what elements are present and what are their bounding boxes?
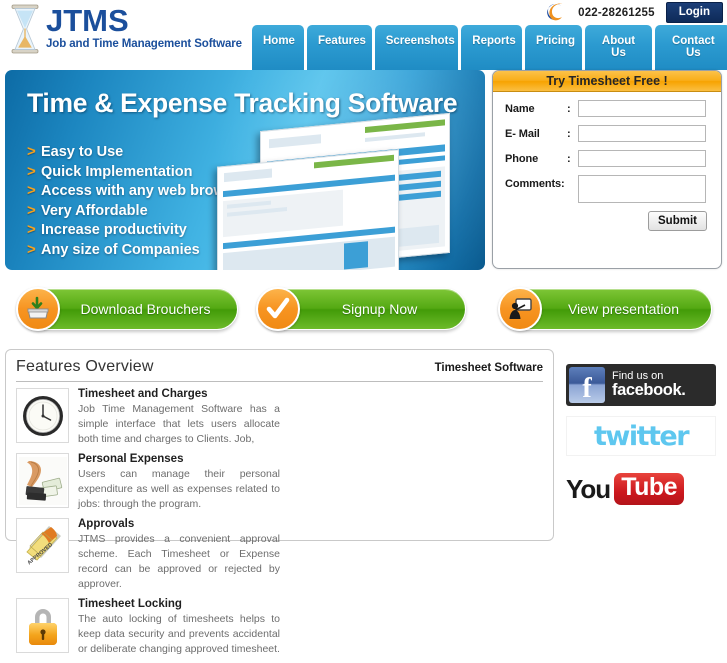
form-row-phone: Phone : (505, 150, 709, 167)
chevron-right-icon: > (27, 240, 36, 258)
chevron-right-icon: > (27, 162, 36, 180)
hero-bullet: > Access with any web browser (27, 182, 247, 199)
hero-bullet-list: > Easy to Use > Quick Implementation > A… (27, 143, 247, 260)
nav-item-about-us[interactable]: About Us (584, 25, 653, 70)
hero-banner: Time & Expense Tracking Software > Easy … (5, 70, 485, 270)
name-input[interactable] (578, 100, 706, 117)
hero-bullet: > Any size of Companies (27, 241, 247, 258)
features-overview-panel: Features Overview Timesheet Software Tim… (5, 349, 554, 655)
feature-item-personal-expenses: Personal Expenses Users can manage their… (16, 453, 280, 512)
checkmark-icon (256, 287, 300, 331)
hourglass-icon (8, 3, 42, 55)
signup-now-button[interactable]: Signup Now (256, 287, 466, 331)
features-title: Features Overview (16, 358, 154, 375)
approved-stamp-icon: APPROVED (16, 518, 69, 573)
feature-item-approvals: APPROVED Approvals JTMS provides a conve… (16, 518, 280, 592)
submit-button[interactable]: Submit (648, 211, 707, 231)
name-colon: : (567, 103, 571, 115)
view-presentation-button[interactable]: View presentation (498, 287, 712, 331)
hero-bullet: > Quick Implementation (27, 163, 247, 180)
chevron-right-icon: > (27, 182, 36, 199)
hero-bullet-label: Easy to Use (41, 144, 124, 160)
feature-item-timesheet-and-charges: Timesheet and Charges Job Time Managemen… (16, 388, 280, 447)
download-brouchers-label: Download Brouchers (80, 301, 211, 317)
nav-item-pricing[interactable]: Pricing (525, 25, 582, 70)
email-colon: : (567, 128, 571, 140)
main-navigation: Home Features Screenshots Reports Pricin… (252, 25, 727, 70)
nav-item-screenshots[interactable]: Screenshots (374, 25, 459, 70)
logo-title: JTMS (46, 3, 129, 38)
hero-bullet-label: Very Affordable (41, 202, 148, 219)
feature-description: Users can manage their personal expendit… (78, 468, 280, 510)
header-utility-bar: 022-28261255 Login (545, 2, 723, 23)
hero-bullet-label: Access with any web browser (41, 183, 247, 199)
features-divider (16, 381, 543, 382)
feature-name: Timesheet and Charges (78, 388, 208, 400)
twitter-label: twitter (593, 420, 690, 452)
feature-description: Job Time Management Software has a simpl… (78, 403, 280, 445)
name-label: Name (505, 103, 535, 115)
phone-colon: : (567, 153, 571, 165)
nav-item-home[interactable]: Home (252, 25, 304, 70)
facebook-line2: facebook. (612, 381, 686, 400)
facebook-icon: f (569, 367, 605, 403)
feature-description: The auto locking of timesheets helps to … (78, 613, 280, 655)
hero-bullet-label: Quick Implementation (41, 163, 193, 180)
phone-number: 022-28261255 (578, 6, 655, 19)
logo-tagline: Job and Time Management Software (46, 38, 242, 50)
facebook-badge[interactable]: f Find us on facebook. (566, 364, 716, 406)
site-header: JTMS Job and Time Management Software 02… (0, 0, 727, 70)
feature-description: JTMS provides a convenient approval sche… (78, 533, 280, 590)
hero-bullet-label: Increase productivity (41, 222, 187, 238)
form-row-name: Name : (505, 100, 709, 117)
form-row-comments: Comments: (505, 175, 709, 203)
wall-clock-icon (16, 388, 69, 443)
form-heading: Try Timesheet Free ! (493, 71, 721, 92)
form-row-email: E- Mail : (505, 125, 709, 142)
swoosh-c-logo-icon (545, 2, 567, 23)
hero-bullet-label: Any size of Companies (41, 241, 200, 258)
phone-label: Phone (505, 153, 539, 165)
feature-item-timesheet-locking: Timesheet Locking The auto locking of ti… (16, 598, 280, 657)
youtube-badge[interactable]: You Tube (566, 469, 716, 509)
hero-title: Time & Expense Tracking Software (27, 88, 458, 118)
email-input[interactable] (578, 125, 706, 142)
login-button[interactable]: Login (665, 2, 723, 23)
chevron-right-icon: > (27, 221, 36, 238)
hero-bullet: > Easy to Use (27, 143, 247, 160)
hero-section: Time & Expense Tracking Software > Easy … (0, 70, 727, 275)
presenter-icon (498, 287, 542, 331)
trial-signup-form: Try Timesheet Free ! Name : E- Mail : Ph… (492, 70, 722, 269)
youtube-tube-text: Tube (614, 473, 685, 505)
feature-name: Personal Expenses (78, 453, 184, 465)
chevron-right-icon: > (27, 143, 36, 160)
feature-name: Timesheet Locking (78, 598, 182, 610)
download-box-icon (16, 287, 60, 331)
social-links: f Find us on facebook. twitter You Tube (566, 364, 721, 509)
comments-textarea[interactable] (578, 175, 706, 203)
chevron-right-icon: > (27, 201, 36, 219)
hero-bullet: > Increase productivity (27, 221, 247, 238)
twitter-badge[interactable]: twitter (566, 416, 716, 456)
nav-item-features[interactable]: Features (307, 25, 372, 70)
money-hand-icon (16, 453, 69, 508)
nav-item-contact-us[interactable]: Contact Us (655, 25, 727, 70)
features-side-title: Timesheet Software (434, 362, 543, 374)
site-logo[interactable]: JTMS Job and Time Management Software (8, 3, 242, 55)
phone-input[interactable] (578, 150, 706, 167)
nav-item-reports[interactable]: Reports (461, 25, 522, 70)
youtube-you-text: You (566, 473, 611, 504)
app-screenshot-front (217, 149, 399, 270)
feature-name: Approvals (78, 518, 135, 530)
view-presentation-label: View presentation (567, 301, 680, 317)
comments-label: Comments: (505, 178, 565, 190)
cta-button-row: Download Brouchers Signup Now View prese… (0, 287, 727, 340)
email-label: E- Mail (505, 128, 540, 140)
padlock-icon (16, 598, 69, 653)
signup-now-label: Signup Now (341, 301, 418, 317)
hero-bullet: > Very Affordable (27, 202, 247, 219)
download-brouchers-button[interactable]: Download Brouchers (16, 287, 238, 331)
